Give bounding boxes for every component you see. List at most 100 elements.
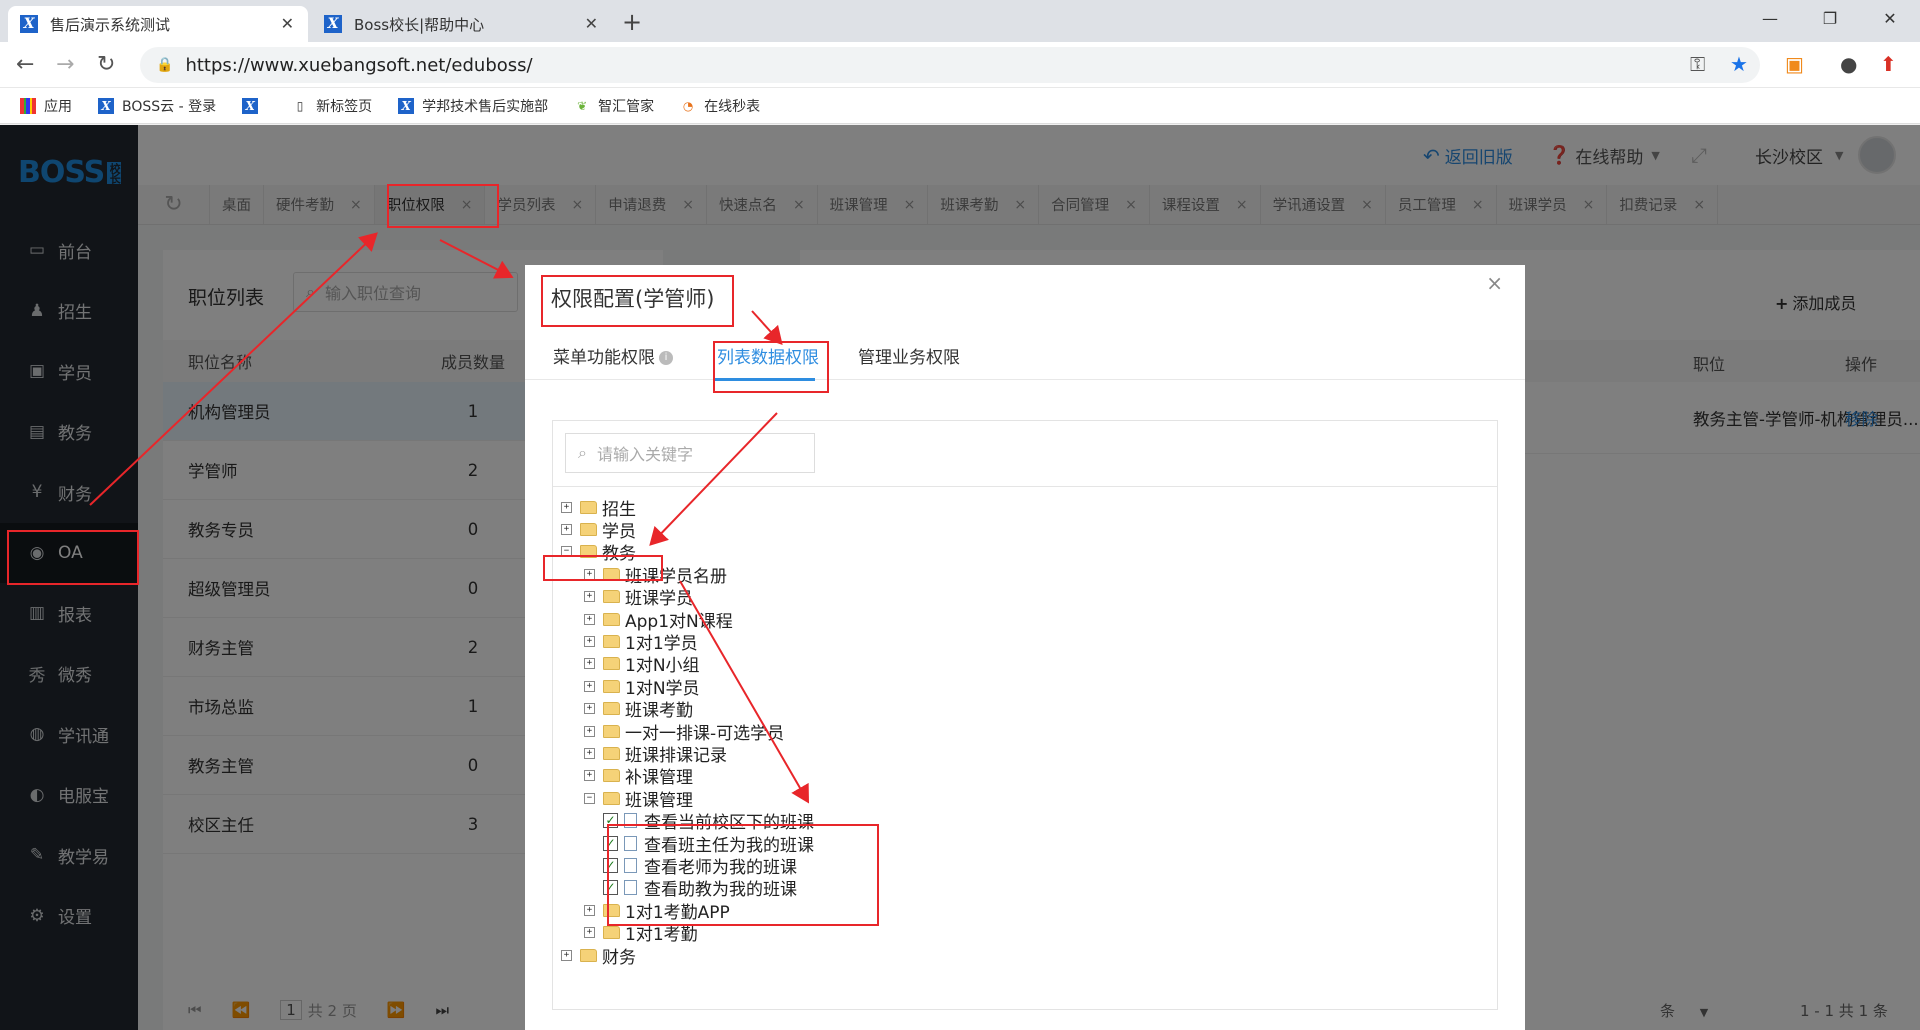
tab-business-permission[interactable]: 管理业务权限 (858, 343, 960, 368)
folder-icon (580, 500, 597, 514)
url-field[interactable]: 🔒 https://www.xuebangsoft.net/eduboss/ (140, 47, 1760, 83)
expand-icon[interactable]: + (561, 501, 572, 513)
tree-folder-item[interactable]: + 班课考勤 (584, 698, 693, 722)
window-close-icon[interactable]: ✕ (1860, 0, 1920, 42)
tree-item-label: 班课排课记录 (625, 745, 727, 766)
tree-item-label: 1对N小组 (625, 656, 700, 677)
page-icon: ▯ (296, 98, 304, 113)
back-arrow-icon[interactable]: ← (16, 52, 34, 77)
expand-icon[interactable]: + (584, 680, 595, 692)
tree-item-label: 1对1学员 (625, 633, 698, 654)
stopwatch-icon: ◔ (682, 98, 694, 113)
info-icon: i (659, 351, 673, 365)
key-icon[interactable]: ⚿ (1690, 52, 1705, 76)
expand-icon[interactable]: + (584, 703, 595, 715)
close-tab-icon[interactable]: ✕ (585, 14, 598, 33)
extension-icon[interactable]: ▣ (1785, 52, 1804, 76)
bookmark-star-icon[interactable]: ★ (1730, 52, 1748, 76)
tree-folder-item[interactable]: + 学员 (561, 518, 636, 542)
forward-arrow-icon[interactable]: → (56, 52, 74, 77)
close-icon[interactable]: × (1486, 271, 1503, 295)
tree-folder-item[interactable]: + 一对一排课-可选学员 (584, 720, 785, 744)
tree-item-label: 班课学员 (625, 589, 693, 610)
tree-item-label: 补课管理 (625, 768, 693, 789)
tree-folder-item[interactable]: + 补课管理 (584, 765, 693, 789)
folder-icon (603, 679, 620, 693)
url-text: https://www.xuebangsoft.net/eduboss/ (185, 54, 533, 76)
address-bar: ← → ↻ 🔒 https://www.xuebangsoft.net/edub… (0, 42, 1920, 88)
bookmark-stopwatch[interactable]: ◔ 在线秒表 (680, 96, 760, 116)
tree-folder-item[interactable]: + 财务 (561, 944, 636, 968)
browser-tab-title: 售后演示系统测试 (50, 15, 171, 34)
bookmarks-bar: 应用 X BOSS云 - 登录 X ▯ 新标签页 X 学邦技术售后实施部 ❦ 智汇管家 … (0, 88, 1920, 124)
tree-folder-item[interactable]: +1对N学员 (584, 675, 700, 699)
tree-item-label: 一对一排课-可选学员 (625, 723, 785, 744)
annotation-box-list-tab (713, 341, 829, 393)
folder-icon (603, 590, 620, 604)
lock-icon: 🔒 (156, 57, 174, 73)
expand-icon[interactable]: + (584, 904, 595, 916)
bookmark-support[interactable]: X 学邦技术售后实施部 (398, 96, 548, 116)
annotation-box-tab (387, 184, 499, 228)
tree-folder-item[interactable]: +1对1学员 (584, 630, 698, 654)
expand-icon[interactable]: + (561, 949, 572, 961)
xuebang-icon: X (98, 97, 114, 114)
tree-item-label: App1对N课程 (625, 611, 733, 632)
minimize-icon[interactable]: — (1740, 0, 1800, 42)
expand-icon[interactable]: + (584, 635, 595, 647)
xuebang-favicon-icon: X (324, 15, 342, 33)
bookmark-x[interactable]: X (242, 97, 266, 114)
folder-icon (603, 926, 620, 940)
tree-folder-item[interactable]: + 班课学员 (584, 586, 693, 610)
expand-icon[interactable]: + (584, 591, 595, 603)
expand-icon[interactable]: + (584, 770, 595, 782)
new-tab-icon[interactable]: + (622, 8, 642, 36)
keyword-search-input[interactable]: ⌕ 请输入关键字 (565, 433, 815, 473)
expand-icon[interactable]: + (584, 747, 595, 759)
tree-folder-item[interactable]: − 班课管理 (584, 787, 693, 811)
collapse-icon[interactable]: − (584, 792, 595, 804)
bookmark-zhihui[interactable]: ❦ 智汇管家 (574, 96, 654, 116)
folder-icon (603, 612, 620, 626)
expand-icon[interactable]: + (561, 523, 572, 535)
xuebang-favicon-icon: X (20, 15, 38, 33)
annotation-box-title (541, 275, 734, 327)
browser-tab-strip: X 售后演示系统测试 ✕ X Boss校长|帮助中心 ✕ + — ❐ ✕ (0, 0, 1920, 42)
folder-icon (580, 522, 597, 536)
tree-folder-item[interactable]: + 班课排课记录 (584, 742, 727, 766)
tree-folder-item[interactable]: +1对N小组 (584, 653, 700, 677)
close-tab-icon[interactable]: ✕ (281, 14, 294, 33)
annotation-box-jiaowu (543, 555, 663, 581)
tree-item-label: 学员 (602, 521, 636, 542)
tree-item-label: 招生 (602, 499, 636, 520)
apps-grid-icon (20, 97, 36, 114)
update-icon[interactable]: ⬆ (1880, 52, 1897, 76)
tree-item-label: 班课管理 (625, 790, 693, 811)
browser-tab-active[interactable]: X 售后演示系统测试 ✕ (8, 6, 308, 42)
tab-menu-permission[interactable]: 菜单功能权限 i (553, 343, 673, 368)
folder-icon (603, 791, 620, 805)
profile-icon[interactable]: ● (1840, 52, 1857, 76)
bookmark-newtab[interactable]: ▯ 新标签页 (292, 96, 372, 116)
bookmark-apps[interactable]: 应用 (20, 96, 72, 116)
leaf-icon: ❦ (577, 98, 588, 113)
bookmark-boss[interactable]: X BOSS云 - 登录 (98, 96, 216, 116)
browser-tab-title: Boss校长|帮助中心 (354, 15, 485, 34)
divider (553, 486, 1497, 487)
reload-icon[interactable]: ↻ (97, 52, 115, 77)
tree-folder-item[interactable]: + 招生 (561, 496, 636, 520)
browser-tab[interactable]: X Boss校长|帮助中心 ✕ (312, 6, 612, 42)
expand-icon[interactable]: + (584, 725, 595, 737)
restore-icon[interactable]: ❐ (1800, 0, 1860, 42)
expand-icon[interactable]: + (584, 658, 595, 670)
tree-item-label: 财务 (602, 947, 636, 968)
expand-icon[interactable]: + (584, 927, 595, 939)
tree-item-label: 1对N学员 (625, 678, 700, 699)
window-controls: — ❐ ✕ (1740, 0, 1920, 42)
expand-icon[interactable]: + (584, 613, 595, 625)
tree-folder-item[interactable]: + App1对N课程 (584, 608, 733, 632)
xuebang-icon: X (398, 97, 415, 114)
tree-item-label: 班课考勤 (625, 701, 693, 722)
folder-icon (603, 724, 620, 738)
folder-icon (603, 746, 620, 760)
